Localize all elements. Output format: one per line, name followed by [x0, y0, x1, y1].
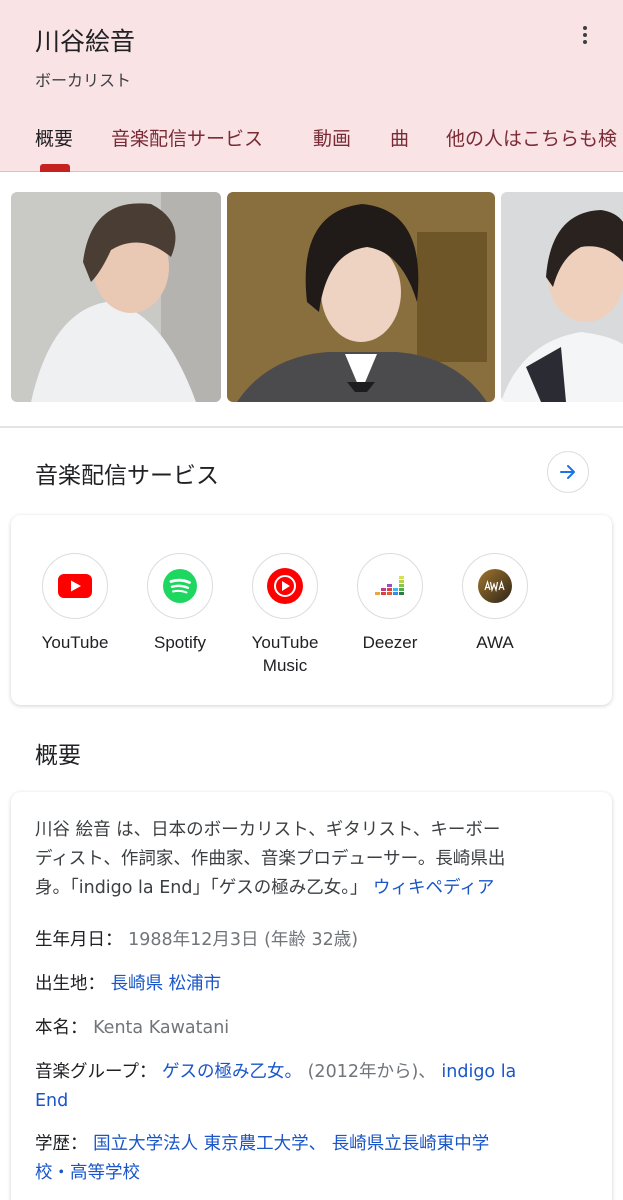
- real-name-value: Kenta Kawatani: [93, 1018, 230, 1038]
- service-youtube-music[interactable]: YouTube Music: [230, 553, 340, 677]
- description-line: ディスト、作詞家、作曲家、音楽プロデューサー。長崎県出: [35, 849, 506, 869]
- artist-photo-3[interactable]: [501, 192, 623, 402]
- birth-date-value: 1988年12月3日 (年齢 32歳): [128, 930, 359, 950]
- tab-people-also-search[interactable]: 他の人はこちらも検: [446, 124, 617, 151]
- birthplace-label: 出生地：: [35, 974, 105, 994]
- spotify-icon: [163, 569, 197, 603]
- birth-date-row: 生年月日： 1988年12月3日 (年齢 32歳): [35, 926, 590, 955]
- group-period: (2012年から)、: [307, 1062, 436, 1082]
- group-link-gesu[interactable]: ゲスの極み乙女。: [162, 1062, 302, 1082]
- music-services-heading: 音楽配信サービス: [35, 463, 219, 489]
- tab-music-services[interactable]: 音楽配信サービス: [111, 124, 263, 151]
- youtube-music-icon: [267, 568, 303, 604]
- description-line: 身。「indigo la End」「ゲスの極み乙女。」: [35, 878, 368, 898]
- artist-photo-2[interactable]: [227, 192, 495, 402]
- tab-songs[interactable]: 曲: [390, 124, 409, 151]
- service-label: Deezer: [362, 633, 418, 652]
- tab-videos[interactable]: 動画: [313, 124, 351, 151]
- active-tab-indicator: [40, 164, 70, 172]
- artist-photo-1[interactable]: [11, 192, 221, 402]
- overview-heading: 概要: [35, 743, 81, 769]
- entity-subtitle: ボーカリスト: [35, 71, 132, 90]
- photo-carousel[interactable]: [0, 192, 623, 404]
- description-line: 川谷 絵音 は、日本のボーカリスト、ギタリスト、キーボー: [35, 820, 501, 840]
- overview-description: 川谷 絵音 は、日本のボーカリスト、ギタリスト、キーボー ディスト、作詞家、作曲…: [35, 816, 590, 903]
- service-label: AWA: [476, 633, 514, 652]
- wikipedia-link[interactable]: ウィキペディア: [373, 878, 494, 898]
- service-awa[interactable]: AWA: [440, 553, 550, 654]
- knowledge-panel-header: 川谷絵音 ボーカリスト 概要 音楽配信サービス 動画 曲 他の人はこちらも検: [0, 0, 623, 172]
- education-label: 学歴：: [35, 1134, 88, 1154]
- music-services-more-button[interactable]: [547, 451, 589, 493]
- arrow-right-icon: [560, 465, 575, 479]
- service-label: Spotify: [154, 633, 206, 652]
- service-spotify[interactable]: Spotify: [125, 553, 235, 654]
- entity-title: 川谷絵音: [35, 27, 136, 56]
- service-youtube[interactable]: YouTube: [20, 553, 130, 654]
- music-group-label: 音楽グループ：: [35, 1062, 157, 1082]
- education-link-nagasaki-higashi[interactable]: 長崎県立長崎東中学: [332, 1134, 490, 1154]
- group-link-indigo[interactable]: indigo la: [441, 1062, 516, 1082]
- education-link-nagasaki-higashi-cont[interactable]: 校・高等学校: [35, 1159, 590, 1188]
- birthplace-row: 出生地： 長崎県 松浦市: [35, 970, 590, 999]
- tab-bar: 概要 音楽配信サービス 動画 曲 他の人はこちらも検: [0, 124, 623, 154]
- section-divider: [0, 426, 623, 428]
- real-name-label: 本名：: [35, 1018, 88, 1038]
- deezer-icon: [375, 576, 404, 595]
- awa-icon: [478, 569, 512, 603]
- birthplace-link[interactable]: 長崎県 松浦市: [111, 974, 222, 994]
- education-row: 学歴： 国立大学法人 東京農工大学、 長崎県立長崎東中学 校・高等学校: [35, 1130, 590, 1188]
- music-services-card: YouTube Spotify YouTube Music Deezer AWA: [11, 515, 612, 705]
- more-options-icon[interactable]: [574, 24, 596, 50]
- birth-date-label: 生年月日：: [35, 930, 123, 950]
- service-deezer[interactable]: Deezer: [335, 553, 445, 654]
- real-name-row: 本名： Kenta Kawatani: [35, 1014, 590, 1043]
- tab-overview[interactable]: 概要: [35, 124, 73, 151]
- youtube-icon: [58, 574, 92, 598]
- service-label: YouTube Music: [251, 633, 319, 675]
- music-group-row: 音楽グループ： ゲスの極み乙女。 (2012年から)、 indigo la En…: [35, 1058, 590, 1116]
- group-link-indigo-cont[interactable]: End: [35, 1087, 590, 1116]
- service-label: YouTube: [41, 633, 109, 652]
- education-link-tuat[interactable]: 国立大学法人 東京農工大学、: [93, 1134, 326, 1154]
